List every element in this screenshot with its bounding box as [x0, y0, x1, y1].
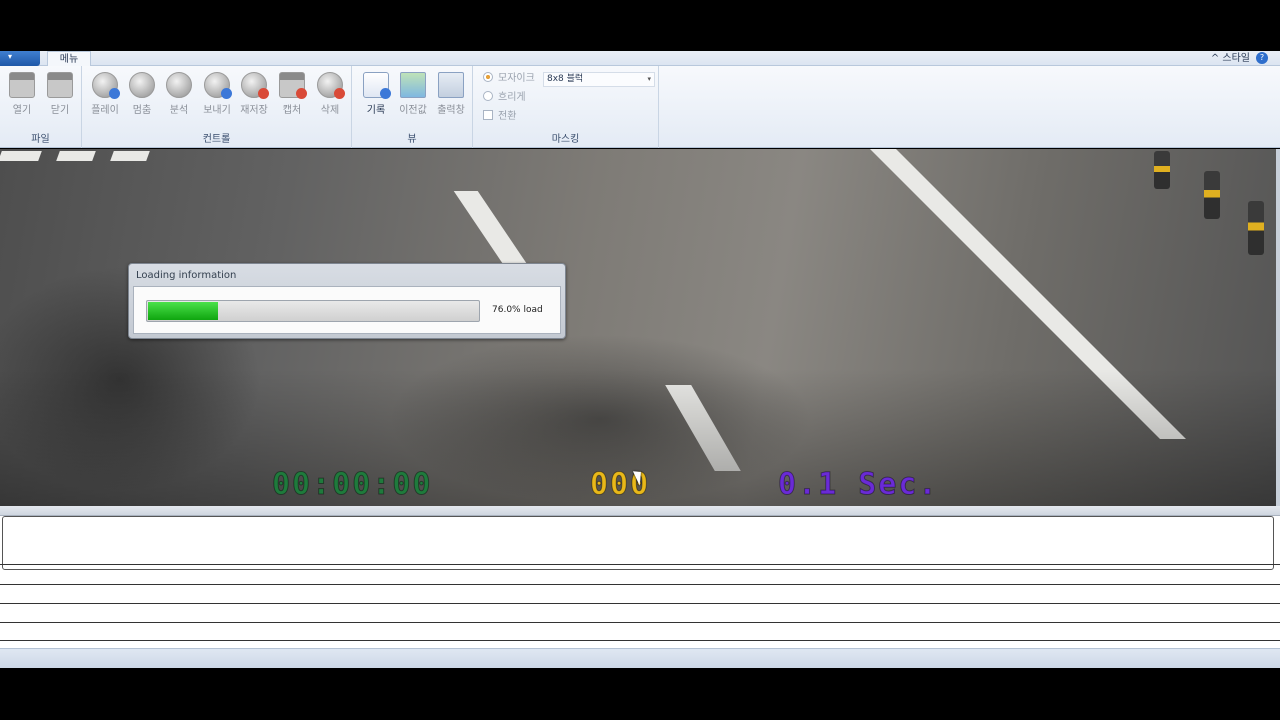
application-menu-button[interactable]: ▾	[0, 51, 40, 66]
help-icon[interactable]: ?	[1256, 52, 1268, 64]
camera-icon	[279, 72, 307, 99]
group-control: 플레이 멈춤 분석 보내기 재저장 캡처 삭제 컨트롤	[82, 66, 352, 148]
blur-option[interactable]: 흐리게	[483, 90, 526, 106]
tab-menu[interactable]: 메뉴	[47, 51, 91, 67]
mosaic-radio[interactable]	[483, 72, 493, 82]
resave-button[interactable]: 재저장	[235, 72, 273, 120]
close-label: 닫기	[50, 105, 70, 116]
delete-button[interactable]: 삭제	[311, 72, 349, 120]
group-label-masking: 마스킹	[551, 134, 580, 145]
video-frame[interactable]: 00:00:00 000 0.1 Sec. Loading informatio…	[0, 149, 1276, 506]
capture-label: 캡처	[282, 105, 302, 116]
play-label: 플레이	[91, 105, 119, 116]
film-reel-resave-icon	[241, 72, 269, 99]
progress-text: 76.0% load	[492, 305, 543, 315]
film-reel-analyze-icon	[166, 72, 192, 98]
lane-marking	[110, 151, 150, 161]
block-size-select[interactable]: 8x8 블럭 ▾	[543, 72, 655, 87]
chevron-down-icon: ▾	[647, 75, 651, 83]
film-reel-send-icon	[204, 72, 232, 99]
bollard	[1248, 201, 1264, 255]
timecode-overlay: 00:00:00	[272, 467, 433, 503]
app-menu-caret-icon: ▾	[8, 52, 13, 61]
previous-value-label: 이전값	[399, 105, 427, 116]
mosaic-option[interactable]: 모자이크	[483, 71, 535, 87]
interval-overlay: 0.1 Sec.	[778, 467, 939, 503]
record-person-icon	[363, 72, 391, 99]
resave-label: 재저장	[240, 105, 268, 116]
output-window-button[interactable]: 출력창	[432, 72, 470, 120]
send-button[interactable]: 보내기	[198, 72, 236, 120]
ribbon-tab-bar: ▾ 메뉴 ^ 스타일 ?	[0, 51, 1280, 67]
bollard	[1204, 171, 1220, 219]
style-menu[interactable]: ^ 스타일	[1211, 51, 1250, 66]
group-label-file: 파일	[31, 134, 50, 145]
lane-marking	[56, 151, 96, 161]
capture-button[interactable]: 캡처	[273, 72, 311, 120]
play-button[interactable]: 플레이	[86, 72, 124, 120]
group-label-view: 뷰	[407, 134, 417, 145]
output-window-icon	[438, 72, 464, 98]
analyze-button[interactable]: 분석	[160, 72, 198, 120]
row-divider	[0, 622, 1280, 623]
group-view: 기록 이전값 출력창 뷰	[352, 66, 473, 148]
blur-label: 흐리게	[498, 92, 526, 103]
group-label-control: 컨트롤	[202, 134, 231, 145]
bollard	[1154, 151, 1170, 189]
row-divider	[0, 640, 1280, 641]
pause-button[interactable]: 멈춤	[123, 72, 161, 120]
record-label: 기록	[366, 105, 386, 116]
film-reel-play-icon	[92, 72, 120, 99]
clapboard-icon	[9, 72, 35, 98]
dialog-title: Loading information	[136, 270, 237, 281]
clapboard-icon	[47, 72, 73, 98]
delete-label: 삭제	[320, 105, 340, 116]
block-size-value: 8x8 블럭	[547, 74, 584, 84]
splitter-bar[interactable]	[0, 506, 1280, 516]
row-divider	[0, 603, 1280, 604]
open-button[interactable]: 열기	[3, 72, 41, 120]
open-label: 열기	[12, 105, 32, 116]
analyze-label: 분석	[169, 105, 189, 116]
progress-bar	[146, 300, 480, 322]
log-panel	[0, 506, 1280, 668]
dialog-body: 76.0% load	[133, 286, 561, 334]
close-button[interactable]: 닫기	[41, 72, 79, 120]
record-button[interactable]: 기록	[357, 72, 395, 120]
output-window-label: 출력창	[437, 105, 465, 116]
film-reel-delete-icon	[317, 72, 345, 99]
send-label: 보내기	[203, 105, 231, 116]
pause-label: 멈춤	[132, 105, 152, 116]
progress-fill	[148, 302, 218, 320]
app-window: ▾ 메뉴 ^ 스타일 ? 열기 닫기 파일 플레이 멈춤 분석 보내기 재저장 …	[0, 0, 1280, 720]
group-masking: 모자이크 8x8 블럭 ▾ 흐리게 전환 마스킹	[473, 66, 659, 148]
log-input-field[interactable]	[2, 516, 1274, 570]
row-divider	[0, 564, 1280, 565]
mosaic-label: 모자이크	[498, 73, 535, 84]
invert-label: 전환	[498, 111, 517, 122]
group-file: 열기 닫기 파일	[0, 66, 82, 148]
film-reel-pause-icon	[129, 72, 155, 98]
invert-option[interactable]: 전환	[483, 109, 516, 125]
lane-marking	[0, 151, 42, 161]
lane-marking	[453, 191, 527, 263]
previous-value-button[interactable]: 이전값	[394, 72, 432, 120]
style-menu-label: 스타일	[1222, 53, 1250, 64]
picture-icon	[400, 72, 426, 98]
row-divider	[0, 584, 1280, 585]
invert-checkbox[interactable]	[483, 110, 493, 120]
blur-radio[interactable]	[483, 91, 493, 101]
ribbon: 열기 닫기 파일 플레이 멈춤 분석 보내기 재저장 캡처 삭제 컨트롤 기록 …	[0, 66, 1280, 148]
loading-dialog: Loading information 76.0% load	[128, 263, 566, 339]
style-caret-icon: ^	[1210, 53, 1220, 64]
status-bar	[0, 648, 1280, 668]
